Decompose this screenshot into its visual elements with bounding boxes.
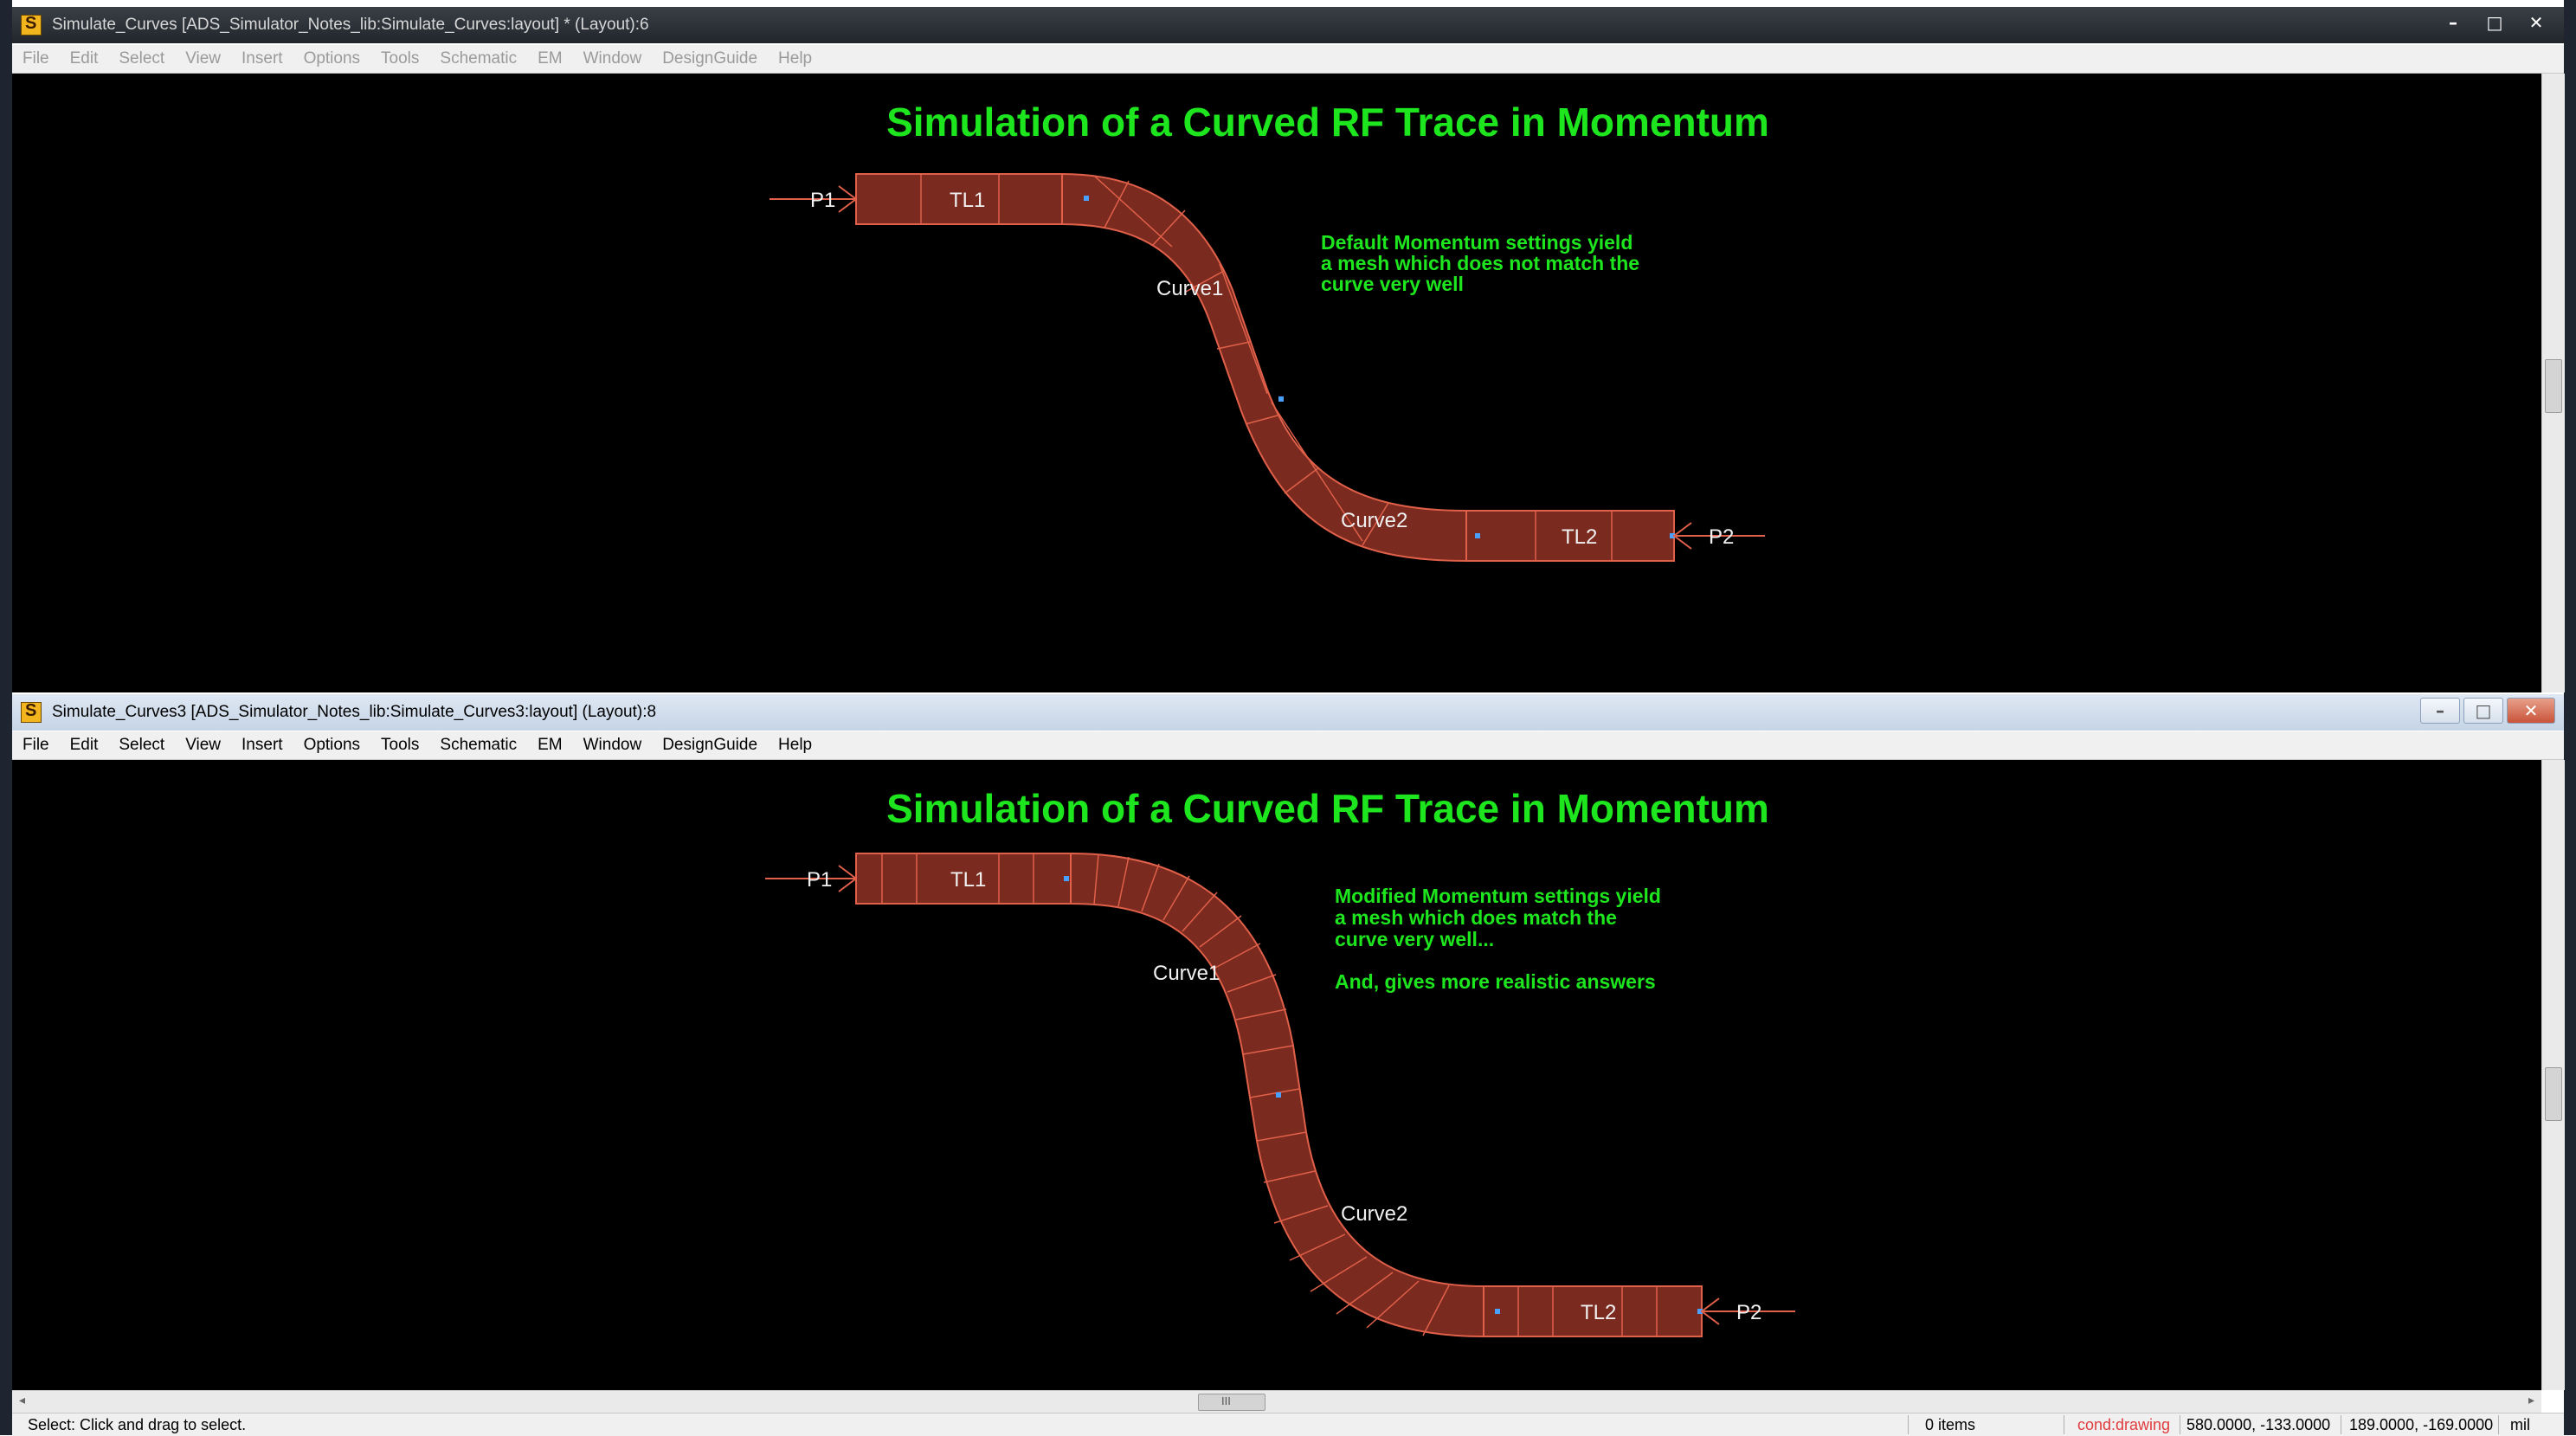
p2-label: P2 [1736, 1301, 1761, 1324]
menu-options[interactable]: Options [293, 736, 370, 755]
menu-view[interactable]: View [175, 736, 231, 755]
status-bar: Select: Click and drag to select. 0 item… [12, 1413, 2564, 1436]
menu-edit[interactable]: Edit [60, 49, 109, 68]
bottom-window-controls: – □ ✕ [2420, 698, 2555, 724]
top-window-title: Simulate_Curves [ADS_Simulator_Notes_lib… [52, 16, 649, 34]
menu-schematic[interactable]: Schematic [429, 736, 527, 755]
top-heading: Simulation of a Curved RF Trace in Momen… [886, 100, 1769, 145]
close-button[interactable]: ✕ [2507, 698, 2555, 724]
hscroll-grip: III [1221, 1394, 1231, 1407]
port-marker [1084, 196, 1089, 201]
menu-em[interactable]: EM [527, 49, 573, 68]
menu-view[interactable]: View [175, 49, 231, 68]
tl2-label: TL2 [1581, 1301, 1616, 1324]
status-coord-2: 189.0000, -169.0000 [2349, 1416, 2494, 1433]
bottom-menubar: File Edit Select View Insert Options Too… [12, 731, 2564, 760]
hscroll-thumb[interactable]: III [1198, 1394, 1265, 1411]
scroll-right-icon[interactable]: ▸ [2528, 1394, 2534, 1407]
status-coord-1: 580.0000, -133.0000 [2186, 1416, 2331, 1433]
top-vscroll-thumb[interactable] [2545, 359, 2562, 413]
menu-designguide[interactable]: DesignGuide [652, 736, 768, 755]
bottom-window-titlebar[interactable]: Simulate_Curves3 [ADS_Simulator_Notes_li… [12, 694, 2564, 731]
tl1-label: TL1 [950, 189, 985, 212]
menu-select[interactable]: Select [108, 736, 175, 755]
menu-select[interactable]: Select [108, 49, 175, 68]
top-note-line-1: Default Momentum settings yield [1321, 231, 1633, 254]
ads-app-icon [21, 701, 42, 723]
menu-em[interactable]: EM [527, 736, 573, 755]
bottom-layout-canvas[interactable]: Simulation of a Curved RF Trace in Momen… [12, 760, 2541, 1390]
maximize-button[interactable]: □ [2463, 698, 2503, 724]
menu-help[interactable]: Help [768, 736, 822, 755]
menu-designguide[interactable]: DesignGuide [652, 49, 768, 68]
menu-file[interactable]: File [12, 736, 60, 755]
status-item-count: 0 items [1925, 1416, 1976, 1433]
close-button[interactable]: ✕ [2517, 10, 2555, 35]
menu-schematic[interactable]: Schematic [429, 49, 527, 68]
bottom-note-line-5: And, gives more realistic answers [1335, 970, 1656, 993]
bottom-note-line-2: a mesh which does match the [1335, 906, 1617, 929]
menu-window[interactable]: Window [573, 736, 653, 755]
tl1-label: TL1 [950, 868, 986, 892]
p1-label: P1 [810, 189, 835, 212]
bottom-note: Modified Momentum settings yield a mesh … [1335, 885, 1666, 993]
status-hint: Select: Click and drag to select. [28, 1416, 247, 1433]
top-menubar: File Edit Select View Insert Options Too… [12, 45, 2564, 74]
desktop-left-edge [0, 0, 12, 1435]
bottom-note-line-1: Modified Momentum settings yield [1335, 885, 1661, 907]
maximize-button[interactable]: □ [2476, 10, 2514, 35]
port-marker [1495, 1309, 1500, 1314]
curve1-label: Curve1 [1153, 962, 1220, 985]
bottom-vscroll-thumb[interactable] [2545, 1067, 2562, 1121]
menu-insert[interactable]: Insert [231, 49, 293, 68]
top-window-titlebar[interactable]: Simulate_Curves [ADS_Simulator_Notes_lib… [12, 7, 2564, 43]
curve2-label: Curve2 [1341, 509, 1407, 532]
menu-edit[interactable]: Edit [60, 736, 109, 755]
status-layer: cond:drawing [2077, 1416, 2171, 1433]
top-layout-canvas[interactable]: Simulation of a Curved RF Trace in Momen… [12, 74, 2541, 692]
bottom-window-title: Simulate_Curves3 [ADS_Simulator_Notes_li… [52, 703, 657, 721]
port-marker [1278, 396, 1284, 402]
desktop-right-edge [2564, 0, 2576, 1435]
top-window-controls: – □ ✕ [2434, 10, 2555, 35]
tl2-label: TL2 [1562, 525, 1597, 549]
port-marker [1475, 533, 1480, 538]
menu-file[interactable]: File [12, 49, 60, 68]
menu-help[interactable]: Help [768, 49, 822, 68]
bottom-heading: Simulation of a Curved RF Trace in Momen… [886, 786, 1769, 831]
menu-tools[interactable]: Tools [370, 736, 429, 755]
menu-window[interactable]: Window [573, 49, 653, 68]
port-marker [1276, 1092, 1281, 1098]
top-note: Default Momentum settings yield a mesh w… [1321, 231, 1645, 295]
menu-insert[interactable]: Insert [231, 736, 293, 755]
menu-tools[interactable]: Tools [370, 49, 429, 68]
top-note-line-2: a mesh which does not match the [1321, 252, 1639, 274]
port-marker [1064, 876, 1069, 881]
p2-label: P2 [1709, 525, 1734, 549]
minimize-button[interactable]: – [2420, 698, 2460, 724]
ads-app-icon [21, 14, 42, 35]
top-note-line-3: curve very well [1321, 273, 1464, 295]
bottom-note-line-3: curve very well... [1335, 928, 1494, 950]
status-units: mil [2510, 1416, 2530, 1433]
top-vertical-scrollbar[interactable] [2541, 74, 2565, 692]
p1-label: P1 [807, 868, 832, 892]
curve1-label: Curve1 [1156, 277, 1223, 300]
menu-options[interactable]: Options [293, 49, 370, 68]
minimize-button[interactable]: – [2434, 10, 2472, 35]
curve2-label: Curve2 [1341, 1202, 1407, 1226]
bottom-horizontal-scrollbar[interactable]: ◂ III ▸ [12, 1390, 2541, 1413]
scroll-left-icon[interactable]: ◂ [19, 1394, 25, 1407]
bottom-vertical-scrollbar[interactable] [2541, 760, 2565, 1390]
